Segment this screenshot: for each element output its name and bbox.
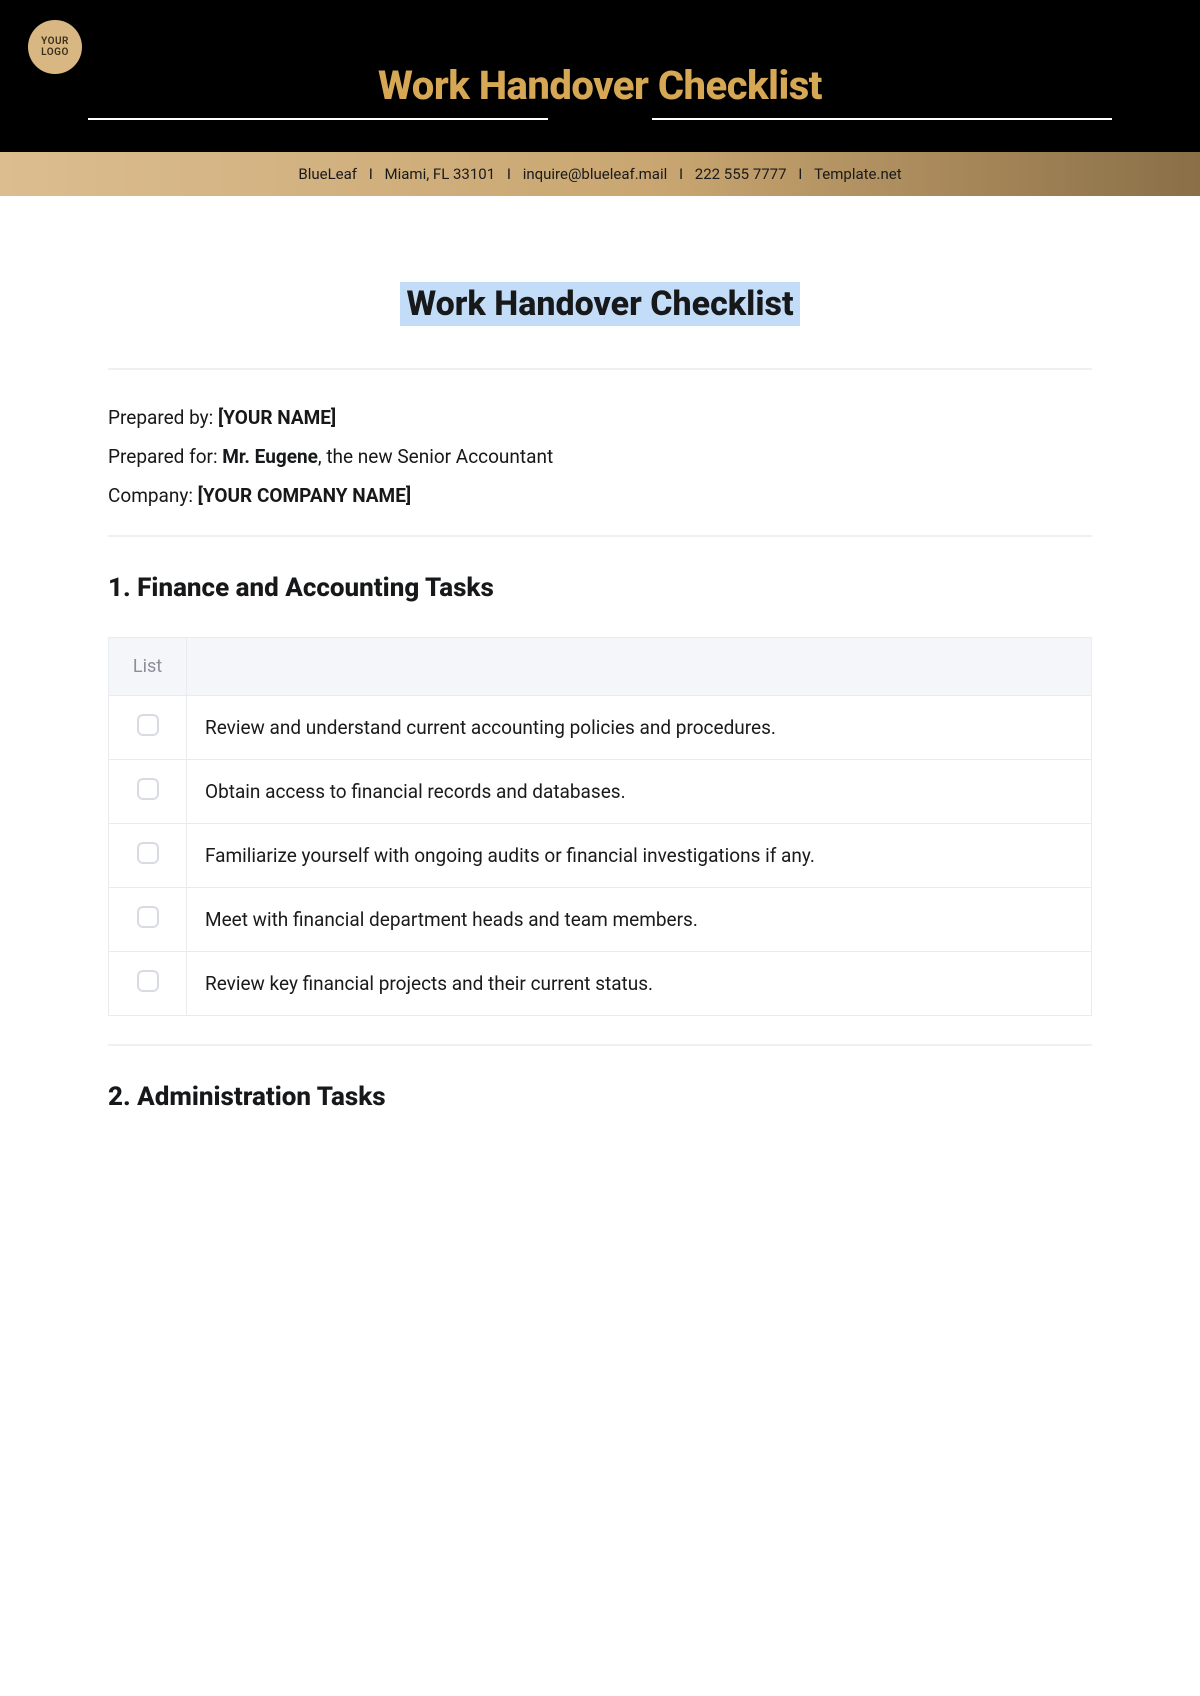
prepared-for-label: Prepared for: — [108, 445, 222, 468]
table-row: Review key financial projects and their … — [109, 952, 1092, 1016]
header-divider — [0, 118, 1200, 120]
banner-company: BlueLeaf — [298, 165, 357, 183]
finance-tasks-table: List Review and understand current accou… — [108, 637, 1092, 1016]
prepared-by-value: [YOUR NAME] — [218, 406, 336, 429]
task-cell: Obtain access to financial records and d… — [187, 760, 1092, 824]
prepared-for-role: , the new Senior Accountant — [318, 445, 553, 468]
banner-email: inquire@blueleaf.mail — [523, 165, 668, 183]
separator: I — [365, 165, 377, 183]
table-header-row: List — [109, 638, 1092, 696]
list-column-header: List — [109, 638, 187, 696]
section-heading-admin: 2. Administration Tasks — [108, 1082, 1092, 1112]
task-column-header — [187, 638, 1092, 696]
task-cell: Meet with financial department heads and… — [187, 888, 1092, 952]
table-row: Familiarize yourself with ongoing audits… — [109, 824, 1092, 888]
doc-title-wrap: Work Handover Checklist — [108, 282, 1092, 326]
task-cell: Review key financial projects and their … — [187, 952, 1092, 1016]
logo-placeholder: YOUR LOGO — [28, 20, 82, 74]
separator: I — [795, 165, 807, 183]
header-title: Work Handover Checklist — [0, 0, 1200, 109]
checkbox[interactable] — [137, 842, 159, 864]
header-rule-right — [652, 118, 1112, 120]
divider — [108, 368, 1092, 370]
prepared-by-line: Prepared by: [YOUR NAME] — [108, 406, 1092, 429]
table-row: Review and understand current accounting… — [109, 696, 1092, 760]
checkbox[interactable] — [137, 714, 159, 736]
divider — [108, 535, 1092, 537]
company-label: Company: — [108, 484, 198, 507]
company-value: [YOUR COMPANY NAME] — [198, 484, 411, 507]
divider — [108, 1044, 1092, 1046]
banner-phone: 222 555 7777 — [695, 165, 787, 183]
section-heading-finance: 1. Finance and Accounting Tasks — [108, 573, 1092, 603]
table-row: Meet with financial department heads and… — [109, 888, 1092, 952]
prepared-for-line: Prepared for: Mr. Eugene, the new Senior… — [108, 445, 1092, 468]
company-line: Company: [YOUR COMPANY NAME] — [108, 484, 1092, 507]
separator: I — [503, 165, 515, 183]
checkbox[interactable] — [137, 906, 159, 928]
doc-title: Work Handover Checklist — [400, 282, 799, 326]
table-row: Obtain access to financial records and d… — [109, 760, 1092, 824]
checkbox[interactable] — [137, 970, 159, 992]
prepared-by-label: Prepared by: — [108, 406, 218, 429]
header-rule-left — [88, 118, 548, 120]
task-cell: Review and understand current accounting… — [187, 696, 1092, 760]
meta-block: Prepared by: [YOUR NAME] Prepared for: M… — [108, 406, 1092, 507]
header-bar: YOUR LOGO Work Handover Checklist — [0, 0, 1200, 152]
banner-location: Miami, FL 33101 — [385, 165, 496, 183]
separator: I — [675, 165, 687, 183]
info-banner: BlueLeaf I Miami, FL 33101 I inquire@blu… — [0, 152, 1200, 196]
checkbox[interactable] — [137, 778, 159, 800]
banner-source: Template.net — [814, 165, 902, 183]
document-body: Work Handover Checklist Prepared by: [YO… — [0, 196, 1200, 1112]
task-cell: Familiarize yourself with ongoing audits… — [187, 824, 1092, 888]
prepared-for-name: Mr. Eugene — [222, 445, 318, 468]
